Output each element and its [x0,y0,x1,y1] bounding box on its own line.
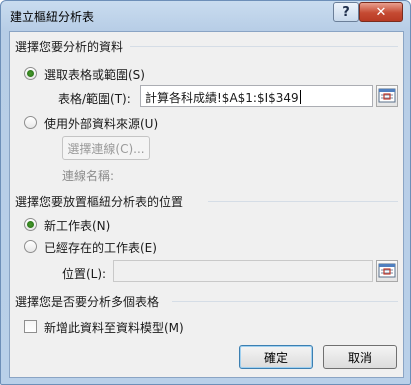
text-caret [299,90,301,104]
connection-name-label: 連線名稱: [62,169,115,183]
existing-worksheet-radio[interactable] [24,240,37,253]
section-divider [172,301,398,302]
cancel-button[interactable]: 取消 [323,345,397,369]
title-bar[interactable]: 建立樞紐分析表 ? ✕ [1,1,410,31]
close-button[interactable]: ✕ [359,2,403,22]
section-divider [130,46,398,47]
help-icon: ? [342,4,350,20]
add-to-data-model-checkbox[interactable] [24,320,37,333]
range-input-value: 計算各科成績!$A$1:$I$349 [145,91,299,105]
placement-section-label: 選擇您要放置樞紐分析表的位置 [15,195,184,209]
range-input[interactable]: 計算各科成績!$A$1:$I$349 [140,85,373,107]
location-collapse-button[interactable] [376,260,398,282]
range-collapse-button[interactable] [376,85,398,107]
choose-connection-button[interactable]: 選擇連線(C)... [62,136,150,160]
dialog-body: 選擇您要分析的資料 選取表格或範圍(S) 表格/範圍(T): 計算各科成績!$A… [9,31,404,378]
select-range-radio[interactable] [24,67,37,80]
add-to-data-model-label[interactable]: 新增此資料至資料模型(M) [44,319,184,336]
location-input[interactable] [113,260,373,282]
ok-button[interactable]: 確定 [239,345,313,369]
multiple-tables-section-label: 選擇您是否要分析多個表格 [15,295,160,309]
range-selector-icon [378,263,396,278]
create-pivottable-dialog: 建立樞紐分析表 ? ✕ 選擇您要分析的資料 選取表格或範圍(S) 表格/範圍(T… [0,0,411,385]
select-range-label[interactable]: 選取表格或範圍(S) [44,66,145,83]
new-worksheet-radio[interactable] [24,218,37,231]
external-source-label[interactable]: 使用外部資料來源(U) [44,115,158,132]
new-worksheet-label[interactable]: 新工作表(N) [44,217,110,234]
help-button[interactable]: ? [333,2,359,22]
dialog-title: 建立樞紐分析表 [10,10,95,24]
external-source-radio[interactable] [24,116,37,129]
data-source-section-label: 選擇您要分析的資料 [15,40,124,54]
range-field-label: 表格/範圍(T): [58,92,131,106]
section-divider [208,201,398,202]
existing-worksheet-label[interactable]: 已經存在的工作表(E) [44,239,157,256]
range-selector-icon [378,88,396,103]
location-label: 位置(L): [62,267,107,281]
close-icon: ✕ [375,4,387,20]
